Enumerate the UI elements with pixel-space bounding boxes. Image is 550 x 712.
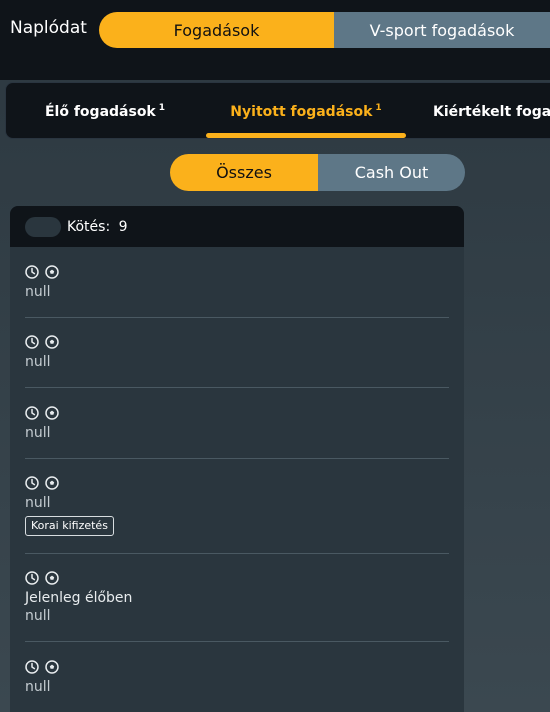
subtab-settled-bets[interactable]: Kiértékelt fogadások	[433, 83, 550, 138]
subtab-live-bets[interactable]: Élő fogadások 1	[20, 83, 190, 138]
active-tab-indicator	[206, 133, 406, 138]
bet-list: Kötés: 9 null null null null Korai kifiz…	[10, 206, 464, 712]
bet-count-value: 9	[118, 218, 128, 235]
soccer-ball-icon	[45, 335, 59, 349]
clock-icon	[25, 660, 39, 674]
bet-row[interactable]: null	[25, 334, 449, 388]
filter-toggle: Összes Cash Out	[170, 154, 465, 191]
clock-icon	[25, 476, 39, 490]
clock-icon	[25, 571, 39, 585]
subtab-label: Élő fogadások	[44, 103, 156, 120]
tab-fogadasok[interactable]: Fogadások	[99, 12, 334, 48]
soccer-ball-icon	[45, 265, 59, 279]
bet-count-label: Kötés:	[67, 218, 111, 235]
bet-count: Kötés: 9	[67, 219, 128, 235]
bet-event-text: null	[25, 608, 51, 624]
soccer-ball-icon	[45, 406, 59, 420]
soccer-ball-icon	[45, 571, 59, 585]
clock-icon	[25, 265, 39, 279]
clock-icon	[25, 406, 39, 420]
filter-all-button[interactable]: Összes	[170, 154, 318, 191]
filter-cashout-button[interactable]: Cash Out	[318, 154, 465, 191]
subtab-open-bets[interactable]: Nyitott fogadások 1	[206, 83, 406, 138]
subtab-count: 1	[375, 102, 382, 113]
subtab-label: Nyitott fogadások	[230, 103, 373, 120]
page-title: Naplódat	[10, 18, 87, 38]
bet-row[interactable]: Jelenleg élőben null	[25, 570, 449, 642]
subtab-count: 1	[158, 102, 166, 113]
soccer-ball-icon	[45, 476, 59, 490]
bet-event-text: null	[25, 354, 51, 370]
bet-event-text: null	[25, 495, 51, 511]
top-tab-bar: Fogadások V-sport fogadások	[99, 12, 550, 48]
subtab-label: Kiértékelt fogadások	[433, 103, 550, 120]
bet-row[interactable]: null Korai kifizetés	[25, 475, 449, 554]
bet-event-text: null	[25, 284, 51, 300]
live-status-text: Jelenleg élőben	[25, 590, 133, 606]
app-header: Naplódat Fogadások V-sport fogadások	[0, 0, 550, 80]
select-toggle[interactable]	[25, 216, 61, 237]
tab-v-sport[interactable]: V-sport fogadások	[334, 12, 550, 48]
clock-icon	[25, 335, 39, 349]
bet-event-text: null	[25, 425, 51, 441]
bet-row[interactable]: null	[25, 264, 449, 318]
subtab-bar: Élő fogadások 1 Nyitott fogadások 1 Kiérté…	[5, 82, 550, 139]
early-payout-badge: Korai kifizetés	[25, 516, 114, 536]
soccer-ball-icon	[45, 660, 59, 674]
bet-row[interactable]: null	[25, 659, 449, 712]
bet-list-header: Kötés: 9	[10, 206, 464, 247]
bet-row[interactable]: null	[25, 405, 449, 459]
bet-event-text: null	[25, 679, 51, 695]
